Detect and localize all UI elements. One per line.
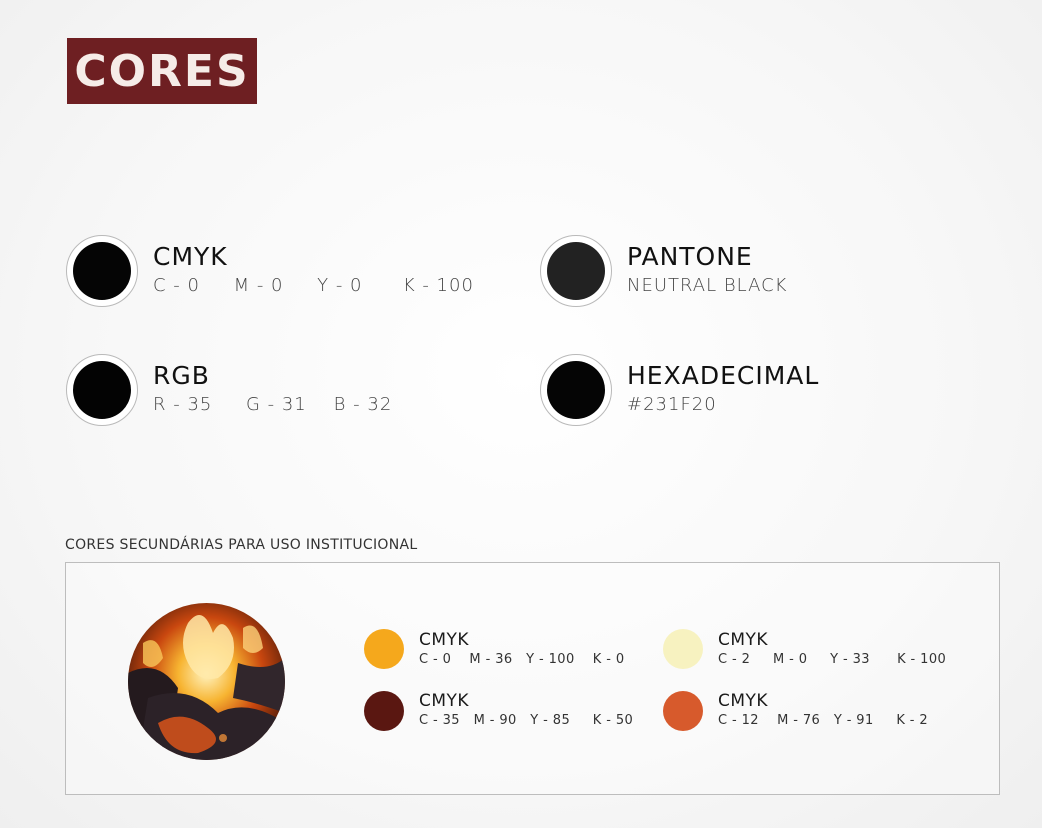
secondary-label-2: CMYK bbox=[718, 630, 769, 650]
hex-values: #231F20 bbox=[627, 394, 717, 415]
cmyk-swatch bbox=[66, 235, 138, 307]
rgb-values: R - 35 G - 31 B - 32 bbox=[153, 394, 393, 415]
secondary-values-4: C - 12 M - 76 Y - 91 K - 2 bbox=[718, 713, 929, 728]
maroon-swatch bbox=[364, 691, 404, 731]
burnt-orange-swatch bbox=[663, 691, 703, 731]
pantone-values: NEUTRAL BLACK bbox=[627, 275, 788, 296]
cream-swatch bbox=[663, 629, 703, 669]
title-badge: CORES bbox=[67, 38, 257, 104]
rgb-swatch-fill bbox=[73, 361, 131, 419]
secondary-label-3: CMYK bbox=[419, 691, 470, 711]
secondary-values-1: C - 0 M - 36 Y - 100 K - 0 bbox=[419, 652, 625, 667]
rgb-label: RGB bbox=[153, 361, 210, 390]
hex-label: HEXADECIMAL bbox=[627, 361, 820, 390]
page-title: CORES bbox=[74, 45, 250, 97]
fire-image bbox=[128, 603, 285, 760]
pantone-swatch-fill bbox=[547, 242, 605, 300]
secondary-label-4: CMYK bbox=[718, 691, 769, 711]
pantone-swatch bbox=[540, 235, 612, 307]
rgb-swatch bbox=[66, 354, 138, 426]
secondary-values-3: C - 35 M - 90 Y - 85 K - 50 bbox=[419, 713, 634, 728]
pantone-label: PANTONE bbox=[627, 242, 753, 271]
secondary-values-2: C - 2 M - 0 Y - 33 K - 100 bbox=[718, 652, 947, 667]
cmyk-values: C - 0 M - 0 Y - 0 K - 100 bbox=[153, 275, 474, 296]
hex-swatch bbox=[540, 354, 612, 426]
secondary-section-label: CORES SECUNDÁRIAS PARA USO INSTITUCIONAL bbox=[65, 537, 418, 553]
secondary-label-1: CMYK bbox=[419, 630, 470, 650]
orange-swatch bbox=[364, 629, 404, 669]
cmyk-label: CMYK bbox=[153, 242, 228, 271]
cmyk-swatch-fill bbox=[73, 242, 131, 300]
hex-swatch-fill bbox=[547, 361, 605, 419]
